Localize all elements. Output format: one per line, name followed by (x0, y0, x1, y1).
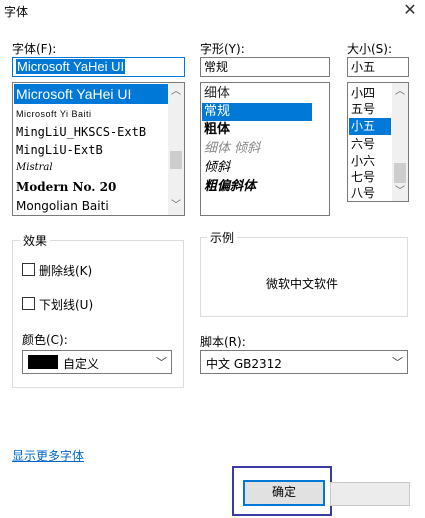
size-list-item[interactable]: 小四 (349, 85, 391, 101)
scroll-up-icon[interactable]: ︿ (168, 84, 184, 100)
title-bar: 字体 ✕ (0, 0, 425, 22)
show-more-fonts-link[interactable]: 显示更多字体 (12, 447, 84, 464)
font-list-item[interactable]: Modern No. 20 (14, 178, 168, 196)
color-combo-value: 自定义 (63, 357, 100, 371)
chevron-down-icon: ﹀ (156, 356, 167, 369)
close-icon[interactable]: ✕ (402, 2, 418, 18)
size-list-item[interactable]: 八号 (349, 185, 391, 201)
font-list-item[interactable]: Mistral (14, 159, 168, 177)
font-list-item[interactable]: Mongolian Baiti (14, 197, 168, 215)
size-list-item[interactable]: 六号 (349, 136, 391, 152)
style-label: 字形(Y): (200, 42, 245, 56)
sample-text: 微软中文软件 (266, 277, 339, 291)
font-list-item[interactable]: MingLiU-ExtB (14, 141, 168, 159)
style-input-value: 常规 (204, 60, 229, 74)
size-list-scrollbar[interactable]: ︿ ﹀ (392, 83, 408, 201)
font-list-item[interactable]: Microsoft Yi Baiti (14, 105, 168, 123)
style-list-item[interactable]: 细体 (202, 85, 328, 103)
size-input-value: 小五 (351, 60, 376, 74)
scroll-up-icon[interactable]: ︿ (392, 84, 408, 100)
style-list-item[interactable]: 细体 倾斜 (202, 140, 328, 158)
color-label: 颜色(C): (22, 333, 68, 347)
size-list[interactable]: 小四 五号 小五 六号 小六 七号 八号 ︿ ﹀ (347, 82, 409, 202)
cancel-button[interactable] (330, 482, 410, 506)
style-input[interactable]: 常规 (200, 57, 330, 77)
size-label: 大小(S): (347, 42, 393, 56)
strikeout-label[interactable]: 删除线(K) (39, 262, 92, 279)
font-list-scrollbar[interactable]: ︿ ﹀ (168, 83, 184, 215)
font-list[interactable]: Microsoft YaHei UI Microsoft Yi Baiti Mi… (12, 82, 185, 216)
scroll-thumb[interactable] (170, 151, 182, 169)
underline-checkbox[interactable] (22, 297, 35, 310)
size-list-item[interactable]: 小六 (349, 153, 391, 169)
font-list-item[interactable]: Microsoft YaHei UI (14, 84, 168, 104)
size-list-item[interactable]: 七号 (349, 169, 391, 185)
script-combo-value: 中文 GB2312 (206, 357, 282, 371)
scroll-thumb[interactable] (394, 163, 406, 183)
size-list-item[interactable]: 五号 (349, 101, 391, 117)
script-label: 脚本(R): (200, 335, 246, 349)
style-list-item[interactable]: 粗体 (202, 121, 328, 139)
size-input[interactable]: 小五 (347, 57, 409, 77)
script-combo[interactable]: 中文 GB2312 ﹀ (200, 350, 408, 374)
style-list[interactable]: 细体 常规 粗体 细体 倾斜 倾斜 粗偏斜体 (200, 82, 330, 216)
chevron-down-icon: ﹀ (392, 356, 403, 369)
font-input-value: Microsoft YaHei UI (16, 59, 126, 74)
effects-group-label: 效果 (20, 232, 51, 249)
underline-label[interactable]: 下划线(U) (39, 296, 93, 313)
color-combo[interactable]: 自定义 ﹀ (22, 350, 172, 374)
sample-group-label: 示例 (207, 229, 238, 246)
ok-button[interactable]: 确定 (243, 480, 325, 506)
window-title: 字体 (4, 5, 29, 19)
color-swatch (28, 355, 58, 369)
font-label: 字体(F): (12, 42, 57, 56)
style-list-item[interactable]: 常规 (202, 103, 312, 121)
style-list-item[interactable]: 倾斜 (202, 159, 328, 177)
scroll-down-icon[interactable]: ﹀ (168, 198, 184, 214)
font-input[interactable]: Microsoft YaHei UI (12, 57, 185, 77)
strikeout-checkbox[interactable] (22, 263, 35, 276)
scroll-down-icon[interactable]: ﹀ (392, 184, 408, 200)
style-list-item[interactable]: 粗偏斜体 (202, 178, 328, 196)
font-list-item[interactable]: MingLiU_HKSCS-ExtB (14, 123, 168, 141)
size-list-item[interactable]: 小五 (349, 118, 391, 135)
